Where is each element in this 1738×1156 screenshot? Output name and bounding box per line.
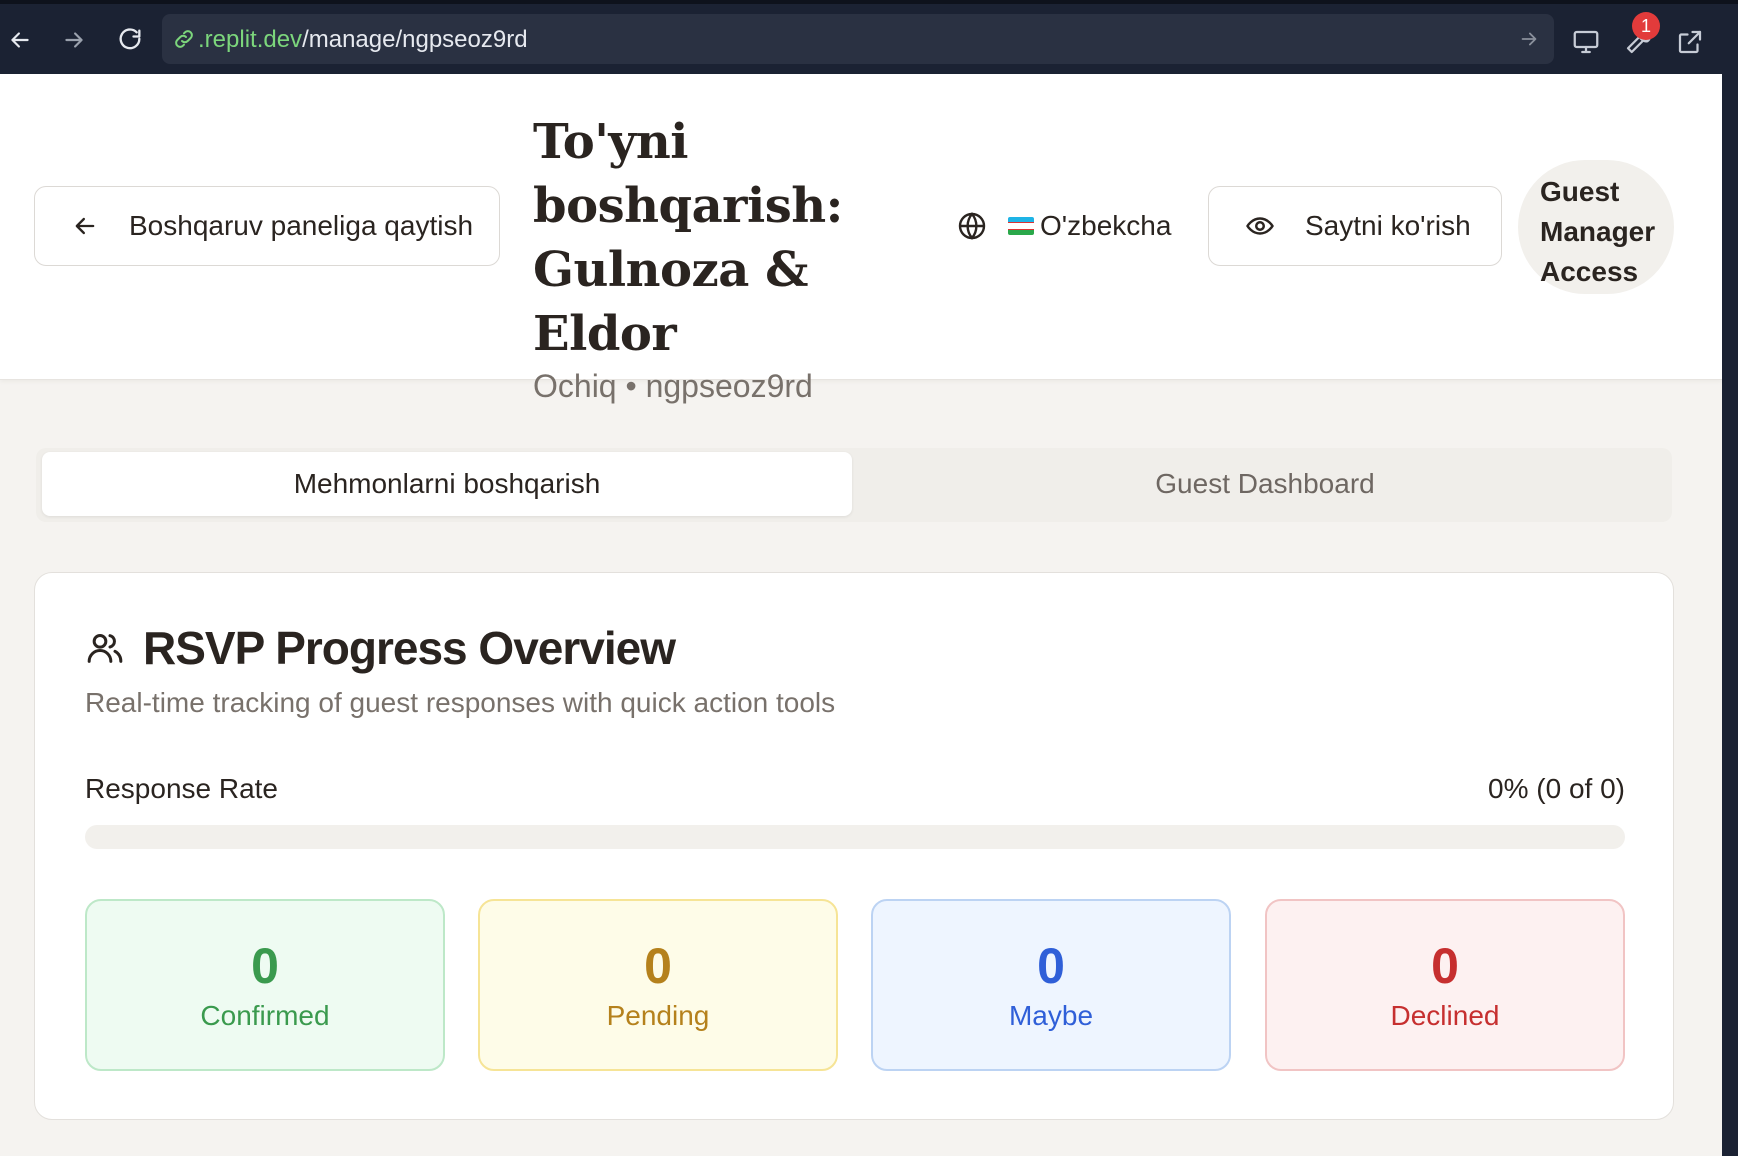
url-text: .replit.dev/manage/ngpseoz9rd xyxy=(198,26,528,54)
stat-label: Confirmed xyxy=(200,1000,330,1031)
rsvp-stats: 0 Confirmed 0 Pending 0 Maybe 0 Declined xyxy=(85,899,1625,1071)
view-site-button[interactable]: Saytni ko'rish xyxy=(1208,186,1502,266)
stat-confirmed: 0 Confirmed xyxy=(85,899,445,1071)
globe-icon xyxy=(958,212,986,240)
card-description: Real-time tracking of guest responses wi… xyxy=(85,687,836,718)
window-edge xyxy=(1722,74,1738,1156)
response-rate-progress-bar xyxy=(85,825,1625,849)
browser-toolbar: .replit.dev/manage/ngpseoz9rd 1 xyxy=(0,0,1738,74)
browser-back-button[interactable] xyxy=(2,22,38,58)
uzbekistan-flag-icon xyxy=(1008,217,1034,235)
card-header: RSVP Progress Overview xyxy=(85,621,676,675)
language-selector[interactable]: O'zbekcha xyxy=(956,206,1171,246)
back-button-label: Boshqaruv paneliga qaytish xyxy=(129,210,474,241)
eye-icon xyxy=(1246,217,1274,235)
view-site-label: Saytni ko'rish xyxy=(1305,210,1471,241)
stat-declined: 0 Declined xyxy=(1265,899,1625,1071)
page-subtitle: Ochiq • ngpseoz9rd xyxy=(533,368,813,404)
arrow-right-icon xyxy=(65,32,83,48)
users-icon xyxy=(87,634,123,663)
link-icon xyxy=(172,27,196,56)
page-header: Boshqaruv paneliga qaytish To'yni boshqa… xyxy=(0,74,1722,404)
external-link-icon xyxy=(1678,30,1702,54)
tab-manage-guests[interactable]: Mehmonlarni boshqarish xyxy=(42,452,852,516)
notification-badge: 1 xyxy=(1632,12,1660,40)
stat-value: 0 xyxy=(1431,938,1459,994)
tab-guest-dashboard[interactable]: Guest Dashboard xyxy=(862,452,1668,516)
open-external-button[interactable] xyxy=(1670,22,1710,62)
monitor-button[interactable] xyxy=(1566,22,1606,62)
tab-list: Mehmonlarni boshqarish Guest Dashboard xyxy=(36,448,1672,522)
url-bar[interactable]: .replit.dev/manage/ngpseoz9rd xyxy=(162,14,1554,64)
stat-label: Declined xyxy=(1390,1000,1500,1031)
back-to-dashboard-button[interactable]: Boshqaruv paneliga qaytish xyxy=(34,186,500,266)
title-block: To'yni boshqarish: Gulnoza & Eldor Ochiq… xyxy=(533,110,913,405)
response-rate-value: 0% (0 of 0) xyxy=(1488,773,1625,804)
language-label: O'zbekcha xyxy=(1040,210,1172,241)
stat-label: Maybe xyxy=(1008,1000,1094,1031)
response-rate-label: Response Rate xyxy=(85,773,279,804)
card-title: RSVP Progress Overview xyxy=(143,622,676,674)
stat-pending: 0 Pending xyxy=(478,899,838,1071)
arrow-left-icon xyxy=(75,217,95,235)
guest-manager-access-button[interactable]: Guest Manager Access xyxy=(1518,160,1674,294)
stat-label: Pending xyxy=(606,1000,710,1031)
stat-value: 0 xyxy=(251,938,279,994)
page-title: To'yni boshqarish: Gulnoza & Eldor xyxy=(533,114,843,362)
arrow-left-icon xyxy=(11,32,29,48)
stat-maybe: 0 Maybe xyxy=(871,899,1231,1071)
go-arrow-icon[interactable] xyxy=(1518,28,1540,55)
reload-icon xyxy=(119,28,141,50)
browser-forward-button[interactable] xyxy=(56,22,92,58)
stat-value: 0 xyxy=(644,938,672,994)
browser-reload-button[interactable] xyxy=(112,22,148,58)
url-domain: .replit.dev xyxy=(198,26,303,53)
url-path: /manage/ngpseoz9rd xyxy=(302,26,528,53)
monitor-icon xyxy=(1573,30,1599,54)
stat-value: 0 xyxy=(1037,938,1065,994)
rsvp-overview-card: RSVP Progress Overview Real-time trackin… xyxy=(34,572,1674,1120)
